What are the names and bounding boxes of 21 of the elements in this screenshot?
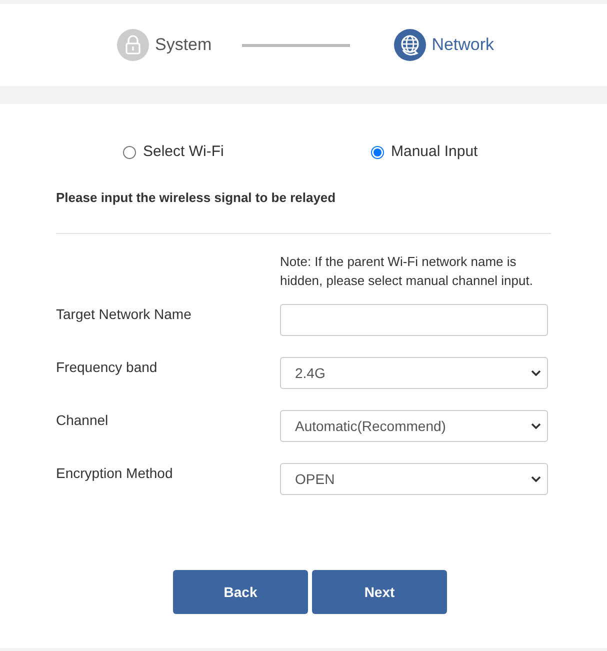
note-text: Note: If the parent Wi-Fi network name is hidden, please select manual channel input. bbox=[280, 253, 534, 290]
nav-button[interactable]: Back bbox=[173, 570, 308, 614]
nav-button[interactable]: Next bbox=[312, 570, 447, 614]
dropdown-select[interactable]: OPEN bbox=[280, 463, 548, 495]
field-label: Frequency band bbox=[56, 358, 158, 376]
chevron-down-icon bbox=[531, 423, 541, 429]
text-input-field[interactable] bbox=[280, 304, 548, 336]
field-label: Encryption Method bbox=[56, 464, 174, 482]
field-label: Target Network Name bbox=[56, 305, 192, 323]
step-label: System bbox=[155, 34, 212, 56]
chevron-down-icon bbox=[531, 370, 541, 376]
radio-label[interactable]: Select Wi-Fi bbox=[143, 142, 224, 162]
radio-button[interactable] bbox=[123, 146, 136, 158]
radio-button[interactable] bbox=[371, 146, 384, 158]
radio-label[interactable]: Manual Input bbox=[391, 142, 478, 162]
chevron-down-icon bbox=[531, 476, 541, 482]
dropdown-select[interactable]: Automatic(Recommend) bbox=[280, 410, 548, 442]
step-label: Network bbox=[432, 34, 494, 56]
section-heading: Please input the wireless signal to be relayed bbox=[56, 189, 337, 207]
dropdown-select[interactable]: 2.4G bbox=[280, 357, 548, 389]
field-label: Channel bbox=[56, 411, 110, 429]
